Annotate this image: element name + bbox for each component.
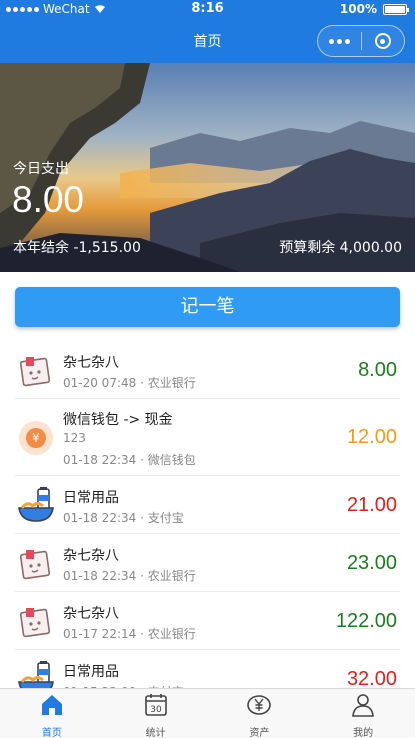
today-expense-amount: 8.00 bbox=[12, 179, 85, 220]
battery-group: 100% bbox=[339, 2, 409, 16]
record-amount: 21.00 bbox=[346, 494, 397, 516]
more-icon[interactable] bbox=[318, 38, 361, 44]
record-time-account: 01-18 22:34 · 农业银行 bbox=[63, 569, 196, 583]
summary-banner: 今日支出 8.00 本年结余 -1,515.00 预算剩余 4,000.00 bbox=[0, 63, 415, 272]
record-amount: 122.00 bbox=[335, 610, 397, 632]
app-screen: WeChat 8:16 100% 首页 今日支出 8.00 本年结余 -1,51… bbox=[0, 0, 415, 738]
record-list: 杂七杂八 01-20 07:48 · 农业银行 8.00 ¥ 微信钱包 -> 现金 123… bbox=[15, 341, 400, 708]
sticky-note-icon bbox=[17, 602, 55, 640]
battery-icon bbox=[383, 3, 409, 15]
person-icon bbox=[350, 692, 376, 722]
record-row[interactable]: ¥ 微信钱包 -> 现金 123 01-18 22:34 · 微信钱包 12.00 bbox=[15, 399, 400, 476]
battery-percent: 100% bbox=[339, 2, 377, 16]
year-balance: 本年结余 -1,515.00 bbox=[13, 240, 141, 256]
yuan-icon bbox=[246, 692, 272, 722]
calendar-icon: 30 bbox=[143, 692, 169, 722]
close-target-icon[interactable] bbox=[361, 33, 404, 49]
tab-bar: 首页 30 统计 资产 我的 bbox=[0, 688, 415, 738]
tab-label: 首页 bbox=[41, 728, 62, 738]
record-row[interactable]: 日常用品 01-18 22:34 · 支付宝 21.00 bbox=[15, 476, 400, 534]
record-category: 杂七杂八 bbox=[63, 355, 119, 371]
record-category: 杂七杂八 bbox=[63, 548, 119, 564]
yuan-transfer-icon: ¥ bbox=[17, 419, 55, 457]
tab-label: 资产 bbox=[249, 728, 270, 738]
record-time-account: 01-18 22:34 · 支付宝 bbox=[63, 511, 184, 525]
record-time-account: 01-17 22:14 · 农业银行 bbox=[63, 627, 196, 641]
home-icon bbox=[39, 692, 65, 722]
record-note: 123 bbox=[63, 431, 86, 445]
tab-calendar[interactable]: 30 统计 bbox=[104, 689, 208, 738]
daily-goods-icon bbox=[17, 486, 55, 524]
mini-program-capsule bbox=[317, 25, 405, 57]
record-amount: 23.00 bbox=[346, 552, 397, 574]
tab-person[interactable]: 我的 bbox=[311, 689, 415, 738]
budget-remaining: 预算剩余 4,000.00 bbox=[279, 240, 402, 256]
sticky-note-icon bbox=[17, 351, 55, 389]
today-expense-label: 今日支出 bbox=[13, 161, 69, 177]
record-amount: 12.00 bbox=[346, 426, 397, 448]
status-bar: WeChat 8:16 100% bbox=[0, 0, 415, 20]
record-time-account: 01-18 22:34 · 微信钱包 bbox=[63, 453, 196, 467]
record-row[interactable]: 杂七杂八 01-20 07:48 · 农业银行 8.00 bbox=[15, 341, 400, 399]
tab-home[interactable]: 首页 bbox=[0, 689, 104, 738]
record-row[interactable]: 杂七杂八 01-18 22:34 · 农业银行 23.00 bbox=[15, 534, 400, 592]
svg-text:30: 30 bbox=[150, 705, 162, 715]
record-category: 日常用品 bbox=[63, 490, 119, 506]
record-category: 微信钱包 -> 现金 bbox=[63, 412, 173, 428]
tab-yuan[interactable]: 资产 bbox=[208, 689, 312, 738]
record-category: 日常用品 bbox=[63, 664, 119, 680]
sticky-note-icon bbox=[17, 544, 55, 582]
add-record-button[interactable]: 记一笔 bbox=[15, 287, 400, 327]
record-row[interactable]: 杂七杂八 01-17 22:14 · 农业银行 122.00 bbox=[15, 592, 400, 650]
record-amount: 8.00 bbox=[358, 359, 397, 381]
tab-label: 我的 bbox=[353, 728, 374, 738]
tab-label: 统计 bbox=[145, 728, 166, 738]
record-category: 杂七杂八 bbox=[63, 606, 119, 622]
record-time-account: 01-20 07:48 · 农业银行 bbox=[63, 376, 196, 390]
svg-text:¥: ¥ bbox=[32, 431, 40, 445]
top-bar: WeChat 8:16 100% 首页 bbox=[0, 0, 415, 63]
